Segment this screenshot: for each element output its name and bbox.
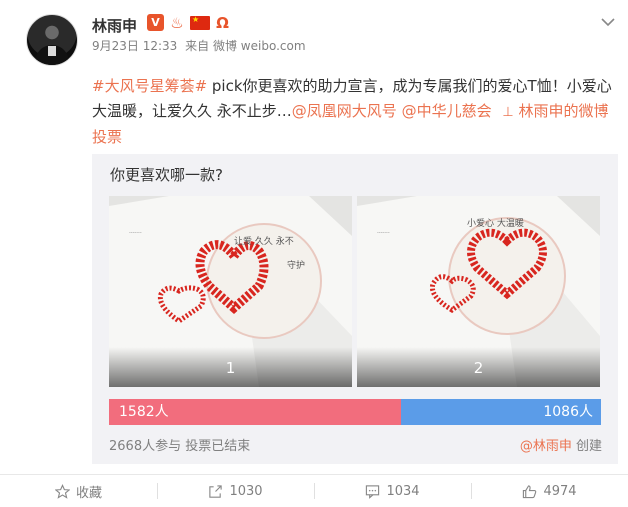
like-count: 4974	[543, 483, 577, 499]
mention-link-1[interactable]: @凤凰网大风号	[292, 102, 397, 120]
post-source[interactable]: 微博 weibo.com	[213, 39, 306, 53]
verified-badge[interactable]: V	[147, 14, 164, 31]
svg-text:守护: 守护	[287, 259, 305, 271]
omega-icon[interactable]: Ω	[214, 14, 231, 32]
vote-option-label-1: 1	[225, 359, 236, 377]
chevron-down-icon[interactable]	[600, 14, 616, 30]
share-button[interactable]: 1030	[157, 475, 314, 507]
favorite-button[interactable]: 收藏	[0, 475, 157, 507]
vote-status: 2668人参与 投票已结束	[109, 439, 251, 454]
user-badges: V ♨ Ω	[147, 14, 231, 32]
vote-card: 你更喜欢哪一款? 让爱 久久 永不 守护 ------- 1 小爱心 大温暖 -…	[92, 154, 618, 464]
vote-option-label-2: 2	[473, 359, 484, 377]
svg-text:让爱 久久 永不: 让爱 久久 永不	[234, 235, 294, 247]
vote-option-1[interactable]: 让爱 久久 永不 守护 ------- 1	[109, 196, 352, 387]
share-icon	[209, 484, 223, 498]
source-prefix: 来自	[185, 39, 210, 53]
vote-result-option-1: 1582人	[109, 399, 401, 425]
post-date[interactable]: 9月23日 12:33	[92, 39, 177, 53]
like-button[interactable]: 4974	[471, 475, 628, 507]
action-bar: 收藏 1030 1034 4974	[0, 475, 628, 507]
vote-creator: @林雨申 创建	[520, 435, 602, 454]
svg-text:-------: -------	[377, 230, 390, 236]
comment-button[interactable]: 1034	[314, 475, 471, 507]
weibo-post-card: 林雨申 V ♨ Ω 9月23日 12:33 来自 微博 weibo.com #大…	[0, 0, 628, 507]
post-text: #大风号星筹荟# pick你更喜欢的助力宣言，成为专属我们的爱心T恤！小爱心 大…	[92, 74, 614, 150]
svg-text:小爱心 大温暖: 小爱心 大温暖	[467, 217, 524, 229]
comment-icon	[366, 484, 380, 499]
comment-count: 1034	[386, 483, 420, 499]
vote-result-bar: 1582人 1086人	[109, 399, 601, 425]
mention-link-2[interactable]: @中华儿慈会	[397, 102, 492, 120]
like-icon	[523, 484, 537, 498]
post-meta: 9月23日 12:33 来自 微博 weibo.com	[92, 37, 310, 54]
vote-question: 你更喜欢哪一款?	[110, 166, 223, 184]
avatar[interactable]	[26, 14, 78, 66]
author-name[interactable]: 林雨申	[92, 15, 137, 36]
topic-link[interactable]: #大风号星筹荟#	[92, 77, 207, 95]
flame-icon[interactable]: ♨	[168, 14, 186, 32]
vote-option-2[interactable]: 小爱心 大温暖 ------- 2	[357, 196, 600, 387]
share-count: 1030	[229, 483, 263, 499]
favorite-label: 收藏	[75, 485, 102, 501]
creator-suffix: 创建	[571, 439, 602, 454]
star-icon	[54, 483, 70, 499]
vote-result-option-2: 1086人	[400, 399, 601, 425]
creator-link[interactable]: @林雨申	[520, 439, 572, 454]
svg-text:-------: -------	[129, 230, 142, 236]
vote-link-icon: ⊥	[502, 105, 514, 120]
china-flag-icon[interactable]	[190, 15, 210, 30]
